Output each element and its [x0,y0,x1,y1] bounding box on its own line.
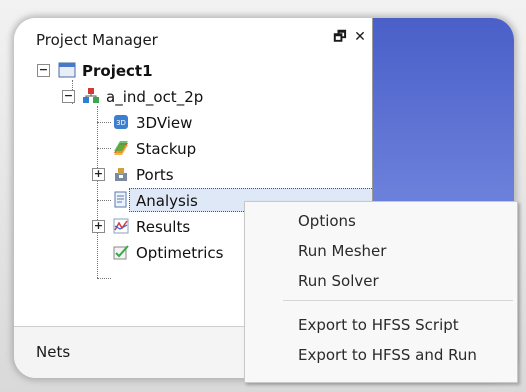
tree-item-label: Results [136,218,191,236]
tree-item-label: a_ind_oct_2p [106,88,204,106]
svg-text:3D: 3D [116,119,126,127]
tree-item-stackup[interactable]: Stackup [14,138,372,160]
tree-item-label: Optimetrics [136,244,224,262]
menu-item-export-hfss-script[interactable]: Export to HFSS Script [245,310,517,340]
ports-icon [115,168,127,181]
nets-tab-label: Nets [36,343,71,361]
float-panel-icon[interactable]: 🗗 [332,29,348,45]
expand-icon[interactable]: + [92,168,105,181]
tree-item-3dview[interactable]: 3D 3DView [14,112,372,134]
tree-item-project[interactable]: − Project1 [14,60,372,82]
tree-item-ports[interactable]: + Ports [14,164,372,186]
close-panel-icon[interactable]: ✕ [352,29,368,45]
panel-header: Project Manager 🗗 ✕ [14,18,372,60]
menu-item-options[interactable]: Options [245,206,517,236]
menu-item-run-mesher[interactable]: Run Mesher [245,236,517,266]
expand-icon[interactable]: + [92,220,105,233]
tree-connector [97,278,111,279]
tree-item-label: Ports [136,166,174,184]
tree-item-label: 3DView [136,114,193,132]
collapse-icon[interactable]: − [62,90,75,103]
panel-title: Project Manager [36,31,158,49]
3dview-icon: 3D [114,115,128,129]
tree-item-design[interactable]: − a_ind_oct_2p [14,86,372,108]
tree-item-label: Stackup [136,140,197,158]
tree-item-label: Project1 [82,62,153,80]
menu-item-label: Options [298,212,356,230]
project-icon [58,62,76,78]
menu-item-export-hfss-run[interactable]: Export to HFSS and Run [245,340,517,370]
collapse-icon[interactable]: − [37,64,50,77]
context-menu: Options Run Mesher Run Solver Export to … [244,201,518,383]
menu-item-run-solver[interactable]: Run Solver [245,266,517,296]
menu-item-label: Export to HFSS Script [298,316,459,334]
design-icon [83,88,99,103]
stackup-icon [114,141,128,155]
menu-item-label: Export to HFSS and Run [298,346,477,364]
tree-item-label: Analysis [136,192,198,210]
analysis-icon [114,191,127,208]
optimetrics-icon [113,245,129,260]
menu-item-label: Run Solver [298,272,379,290]
results-icon [113,218,129,234]
menu-item-label: Run Mesher [298,242,387,260]
menu-separator [283,300,513,301]
